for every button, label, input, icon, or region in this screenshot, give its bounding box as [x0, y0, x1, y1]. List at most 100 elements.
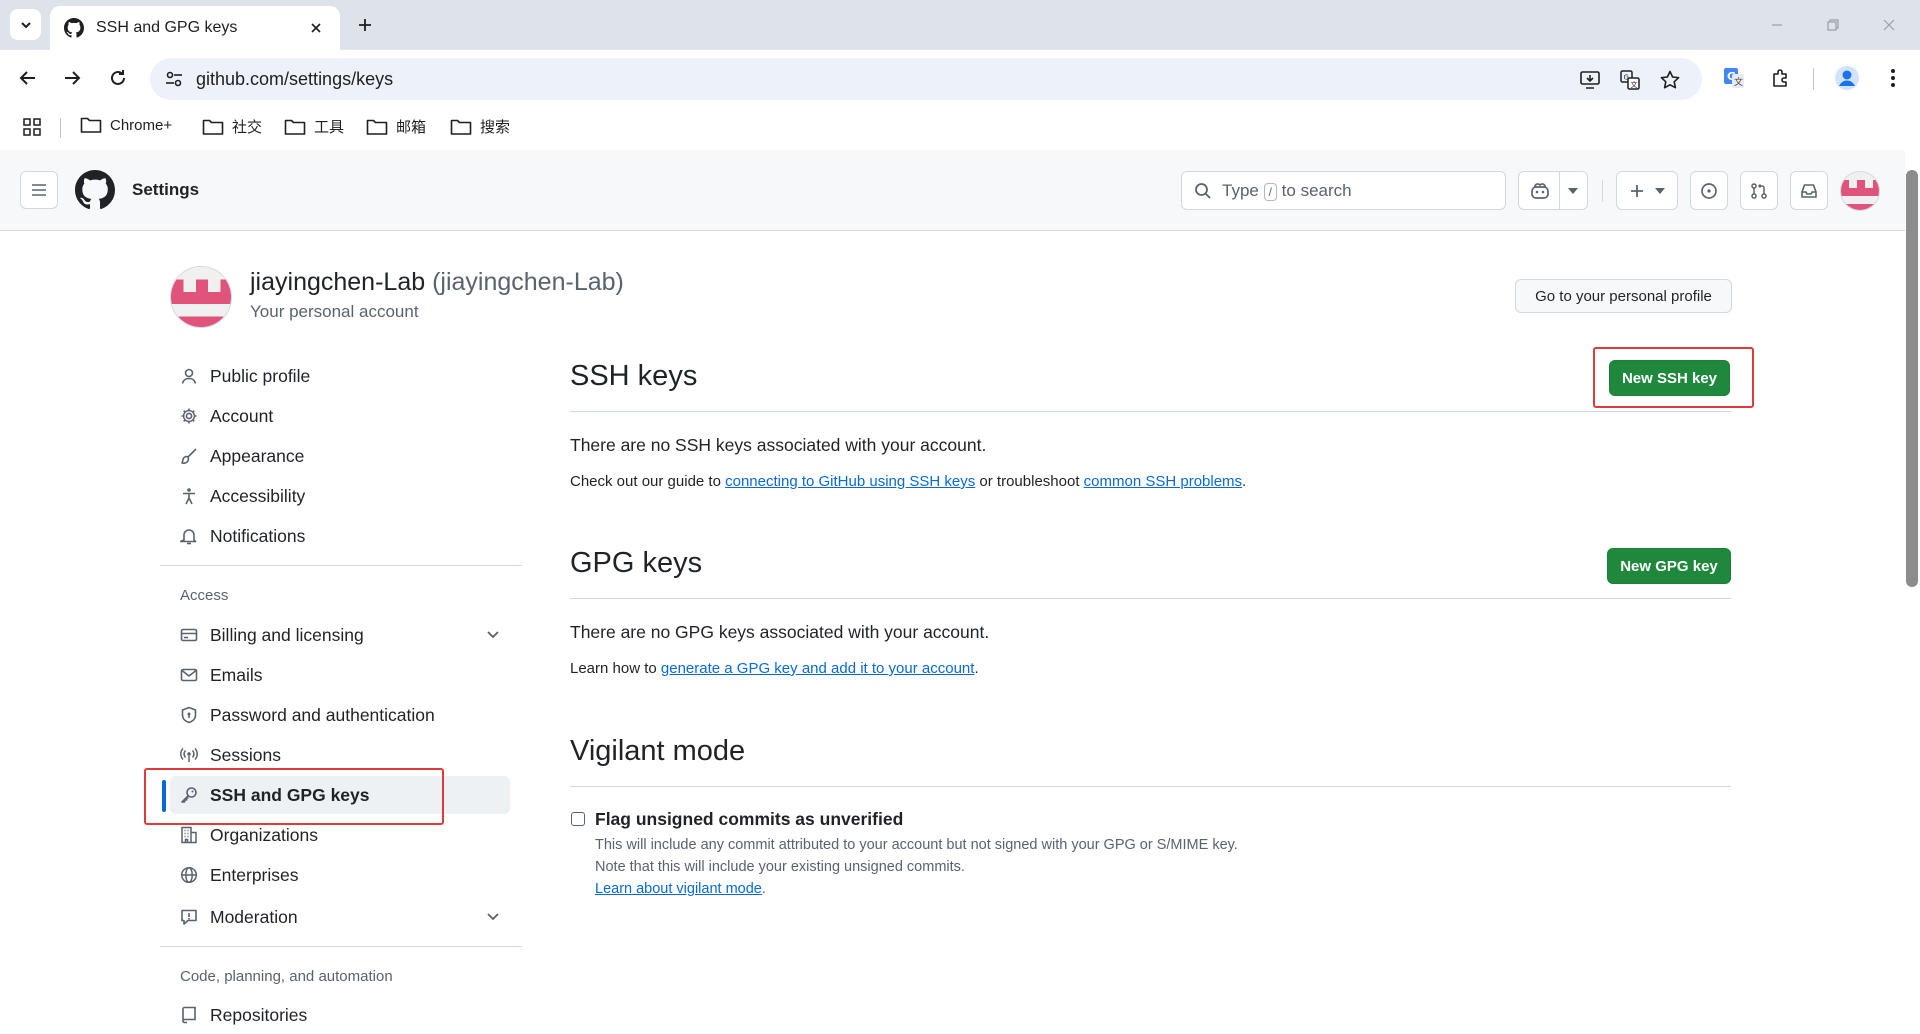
vigilant-learn-text: Learn about vigilant mode. — [595, 881, 766, 897]
gpg-keys-heading: GPG keys — [570, 547, 703, 579]
sidebar-item-billing[interactable]: Billing and licensing — [170, 616, 510, 654]
sidebar-heading-code: Code, planning, and automation — [180, 968, 393, 985]
sidebar-item-account[interactable]: Account — [170, 397, 510, 435]
close-icon — [311, 23, 321, 33]
section-divider — [570, 411, 1731, 412]
close-window-button[interactable] — [1876, 12, 1902, 38]
sidebar-item-label: Billing and licensing — [210, 624, 364, 645]
sidebar-item-enterprises[interactable]: Enterprises — [170, 856, 510, 894]
arrow-right-icon — [65, 71, 81, 85]
chrome-menu-icon[interactable] — [1879, 64, 1907, 92]
account-subtitle: Your personal account — [250, 302, 419, 321]
sidebar-item-password-auth[interactable]: Password and authentication — [170, 696, 510, 734]
ssh-empty-message: There are no SSH keys associated with yo… — [570, 435, 987, 455]
github-logo-icon[interactable] — [75, 170, 115, 210]
sidebar-heading-access: Access — [180, 587, 229, 604]
arrow-left-icon — [19, 71, 35, 85]
new-gpg-key-button[interactable]: New GPG key — [1607, 548, 1731, 584]
reload-button[interactable] — [104, 64, 132, 92]
google-translate-extension-icon[interactable]: G文 — [1720, 64, 1748, 92]
credit-card-icon — [180, 628, 198, 642]
scrollbar-thumb[interactable] — [1906, 170, 1918, 587]
new-tab-button[interactable] — [352, 12, 378, 38]
account-avatar — [170, 266, 232, 328]
bookmark-folder-tools[interactable]: 工具 — [284, 116, 344, 137]
bookmark-folder-search[interactable]: 搜索 — [450, 116, 510, 137]
active-tab[interactable]: SSH and GPG keys — [50, 6, 340, 50]
sidebar-item-repositories[interactable]: Repositories — [170, 996, 510, 1034]
organization-icon — [181, 826, 197, 844]
copilot-button[interactable] — [1518, 171, 1588, 210]
ssh-troubleshoot-link[interactable]: common SSH problems — [1084, 473, 1242, 490]
sidebar-item-emails[interactable]: Emails — [170, 656, 510, 694]
minimize-button[interactable] — [1764, 12, 1790, 38]
gear-icon — [181, 408, 197, 424]
gpg-learn-link[interactable]: generate a GPG key and add it to your ac… — [661, 660, 975, 677]
bookmark-label: 邮箱 — [396, 119, 427, 136]
create-new-button[interactable] — [1616, 171, 1678, 210]
sidebar-item-appearance[interactable]: Appearance — [170, 437, 510, 475]
inbox-icon — [1801, 183, 1817, 198]
sidebar-item-accessibility[interactable]: Accessibility — [170, 477, 510, 515]
plus-icon — [1631, 184, 1643, 197]
account-name[interactable]: jiayingchen-Lab (jiayingchen-Lab) — [250, 268, 624, 297]
folder-icon — [366, 119, 388, 135]
extensions-icon[interactable] — [1767, 64, 1795, 92]
sidebar-item-label: Sessions — [210, 744, 282, 765]
user-avatar[interactable] — [1840, 171, 1880, 211]
sidebar-item-public-profile[interactable]: Public profile — [170, 357, 510, 395]
sidebar-item-notifications[interactable]: Notifications — [170, 517, 510, 555]
restore-button[interactable] — [1820, 12, 1846, 38]
vigilant-learn-link[interactable]: Learn about vigilant mode — [595, 881, 762, 897]
sidebar-item-moderation[interactable]: Moderation — [170, 898, 510, 936]
flag-unsigned-commits-checkbox[interactable] — [571, 812, 585, 826]
flag-unsigned-commits-label[interactable]: Flag unsigned commits as unverified — [595, 809, 903, 830]
ssh-guide-mid: or troubleshoot — [975, 473, 1084, 490]
git-pull-request-icon — [1751, 182, 1767, 199]
issues-button[interactable] — [1690, 171, 1728, 210]
shield-lock-icon — [181, 706, 197, 724]
sidebar-item-label: Moderation — [210, 906, 298, 927]
account-display-name: jiayingchen-Lab — [250, 268, 426, 296]
sidebar-item-label: Account — [210, 405, 274, 426]
profile-icon[interactable] — [1833, 64, 1861, 92]
bell-icon — [180, 529, 197, 545]
section-divider — [570, 598, 1731, 599]
tab-close-button[interactable] — [306, 18, 326, 38]
ssh-guide-prefix: Check out our guide to — [570, 473, 726, 490]
bookmark-folder-chrome-plus[interactable]: Chrome+ — [80, 116, 172, 134]
sidebar-divider — [160, 565, 522, 566]
tab-search-button[interactable] — [10, 9, 41, 40]
go-to-profile-button[interactable]: Go to your personal profile — [1515, 279, 1732, 313]
inbox-button[interactable] — [1790, 171, 1828, 210]
gpg-learn-end: . — [974, 660, 979, 677]
search-placeholder-rest: to search — [1281, 180, 1352, 200]
site-info-icon[interactable] — [164, 69, 184, 89]
translate-icon[interactable]: G文 — [1618, 68, 1642, 92]
search-input[interactable]: Type / to search — [1181, 171, 1506, 210]
global-nav-menu-button[interactable] — [20, 171, 58, 209]
back-button[interactable] — [14, 64, 42, 92]
bookmark-folder-mail[interactable]: 邮箱 — [366, 116, 426, 137]
folder-icon — [80, 117, 102, 133]
globe-icon — [180, 866, 198, 884]
ssh-guide-end: . — [1242, 473, 1247, 490]
ssh-guide-link[interactable]: connecting to GitHub using SSH keys — [725, 473, 975, 490]
highlight-box-ssh-gpg-keys — [144, 768, 444, 825]
caret-down-icon — [1655, 187, 1665, 194]
bookmark-star-icon[interactable] — [1658, 68, 1682, 92]
plus-icon — [359, 19, 371, 31]
bookmark-folder-social[interactable]: 社交 — [202, 116, 262, 137]
pull-requests-button[interactable] — [1740, 171, 1778, 210]
header-divider — [1602, 180, 1603, 202]
search-icon — [1195, 182, 1211, 199]
address-bar[interactable]: github.com/settings/keys G文 — [150, 58, 1702, 100]
sidebar-item-label: Accessibility — [210, 485, 306, 506]
forward-button[interactable] — [58, 64, 86, 92]
install-app-icon[interactable] — [1578, 68, 1602, 92]
apps-grid-icon[interactable] — [22, 117, 42, 137]
browser-toolbar: github.com/settings/keys G文 G文 — [0, 50, 1920, 106]
search-placeholder-type: Type — [1222, 180, 1259, 200]
github-header: Settings Type / to search — [0, 150, 1905, 231]
page-context-title[interactable]: Settings — [132, 180, 199, 200]
